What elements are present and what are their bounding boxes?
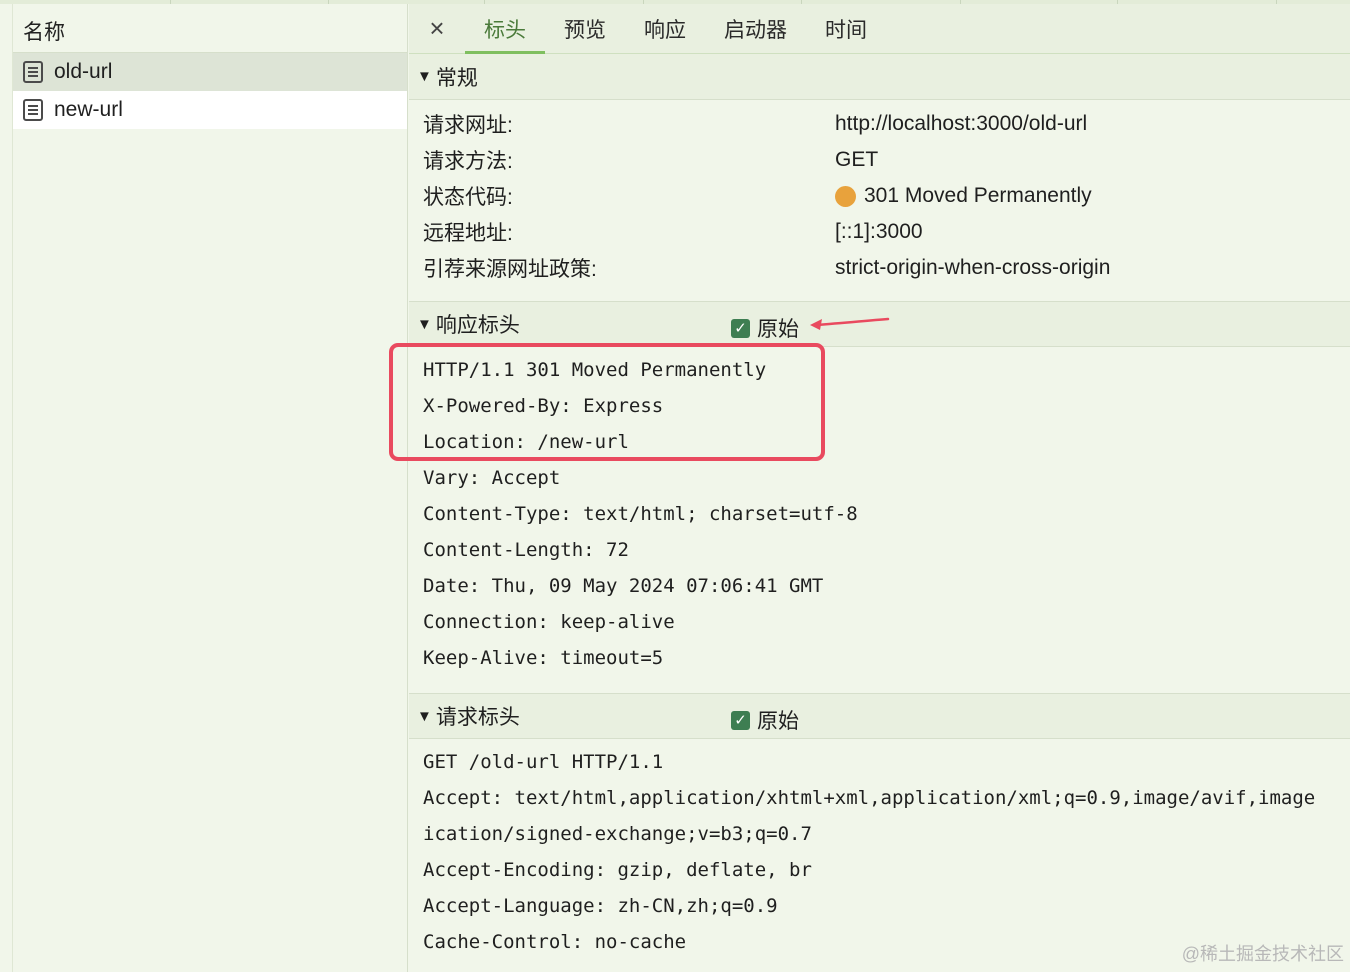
name-column-header[interactable]: 名称 — [13, 4, 407, 53]
header-line[interactable]: Accept-Encoding: gzip, deflate, br — [423, 852, 1350, 888]
response-headers-section-header[interactable]: ▼ 响应标头 ✓ 原始 — [409, 301, 1350, 347]
checkbox-checked-icon[interactable]: ✓ — [731, 710, 750, 730]
tab-preview[interactable]: 预览 — [545, 4, 625, 53]
header-line[interactable]: Keep-Alive: timeout=5 — [423, 640, 1350, 676]
general-key: 引荐来源网址政策: — [423, 258, 597, 281]
general-section-header[interactable]: ▼ 常规 — [409, 54, 1350, 100]
request-headers-section-header[interactable]: ▼ 请求标头 ✓ 原始 — [409, 693, 1350, 739]
status-value-wrap: 301 Moved Permanently — [835, 184, 1092, 208]
general-value[interactable]: strict-origin-when-cross-origin — [835, 256, 1110, 280]
header-line[interactable]: HTTP/1.1 301 Moved Permanently — [423, 352, 1350, 388]
request-row-label: new-url — [54, 98, 123, 121]
request-row-label: old-url — [54, 60, 113, 83]
tab-initiator[interactable]: 启动器 — [705, 4, 806, 53]
general-value[interactable]: GET — [835, 148, 878, 172]
header-line[interactable]: Location: /new-url — [423, 424, 1350, 460]
tab-response[interactable]: 响应 — [625, 4, 705, 53]
header-line[interactable]: ication/signed-exchange;v=b3;q=0.7 — [423, 816, 1350, 852]
general-row: 请求方法: GET — [423, 142, 1350, 178]
status-dot-icon — [835, 185, 856, 207]
raw-label: 原始 — [757, 318, 799, 341]
header-line[interactable]: Content-Type: text/html; charset=utf-8 — [423, 496, 1350, 532]
request-list-panel: 名称 old-url new-url — [12, 4, 408, 972]
details-tab-bar: × 标头 预览 响应 启动器 时间 — [409, 4, 1350, 54]
triangle-down-icon: ▼ — [417, 707, 432, 725]
request-row-new-url[interactable]: new-url — [13, 91, 407, 129]
request-details-panel: × 标头 预览 响应 启动器 时间 ▼ 常规 请求网址: http://loca… — [409, 4, 1350, 972]
triangle-down-icon: ▼ — [417, 315, 432, 333]
request-row-old-url[interactable]: old-url — [13, 53, 407, 91]
close-icon[interactable]: × — [409, 4, 465, 53]
general-key: 远程地址: — [423, 222, 513, 245]
watermark: @稀土掘金技术社区 — [1181, 944, 1344, 964]
document-icon — [23, 99, 43, 121]
general-row: 远程地址: [::1]:3000 — [423, 214, 1350, 250]
tab-headers[interactable]: 标头 — [465, 4, 545, 54]
section-title: 常规 — [435, 66, 478, 90]
general-key: 状态代码: — [423, 186, 513, 209]
general-row: 请求网址: http://localhost:3000/old-url — [423, 106, 1350, 142]
general-value[interactable]: http://localhost:3000/old-url — [835, 112, 1087, 136]
header-line[interactable]: Connection: keep-alive — [423, 604, 1350, 640]
request-headers-body: GET /old-url HTTP/1.1 Accept: text/html,… — [409, 739, 1350, 960]
general-value[interactable]: [::1]:3000 — [835, 220, 923, 244]
tab-timing[interactable]: 时间 — [806, 4, 886, 53]
raw-toggle[interactable]: ✓ 原始 — [731, 705, 799, 735]
header-line[interactable]: GET /old-url HTTP/1.1 — [423, 744, 1350, 780]
section-title: 响应标头 — [435, 314, 520, 337]
general-value[interactable]: 301 Moved Permanently — [864, 184, 1092, 208]
raw-label: 原始 — [757, 710, 799, 733]
response-headers-body: HTTP/1.1 301 Moved Permanently X-Powered… — [409, 347, 1350, 693]
header-line[interactable]: Accept: text/html,application/xhtml+xml,… — [423, 780, 1350, 816]
header-line[interactable]: Vary: Accept — [423, 460, 1350, 496]
general-row: 引荐来源网址政策: strict-origin-when-cross-origi… — [423, 250, 1350, 286]
header-line[interactable]: X-Powered-By: Express — [423, 388, 1350, 424]
general-section-body: 请求网址: http://localhost:3000/old-url 请求方法… — [409, 100, 1350, 301]
general-row: 状态代码: 301 Moved Permanently — [423, 178, 1350, 214]
triangle-down-icon: ▼ — [417, 68, 432, 85]
general-key: 请求方法: — [423, 150, 513, 173]
general-key: 请求网址: — [423, 114, 513, 137]
header-line[interactable]: Content-Length: 72 — [423, 532, 1350, 568]
raw-toggle[interactable]: ✓ 原始 — [731, 313, 799, 343]
document-icon — [23, 61, 43, 83]
header-line[interactable]: Date: Thu, 09 May 2024 07:06:41 GMT — [423, 568, 1350, 604]
checkbox-checked-icon[interactable]: ✓ — [731, 318, 750, 338]
section-title: 请求标头 — [435, 706, 520, 729]
header-line[interactable]: Accept-Language: zh-CN,zh;q=0.9 — [423, 888, 1350, 924]
